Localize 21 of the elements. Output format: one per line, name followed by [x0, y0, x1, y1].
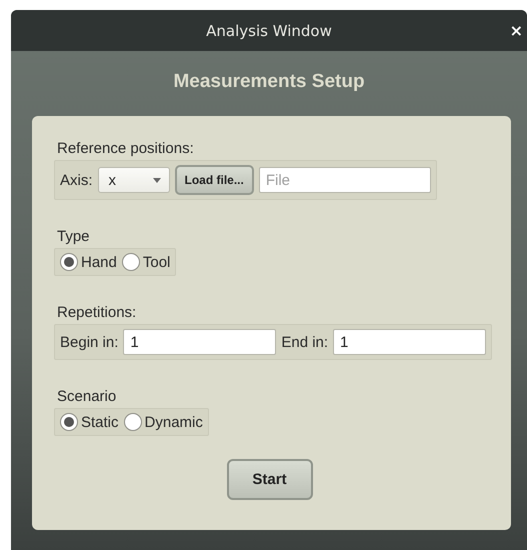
radio-option[interactable]: Tool	[122, 253, 170, 271]
axis-dropdown[interactable]: x	[98, 167, 170, 193]
start-button[interactable]: Start	[226, 459, 312, 500]
close-button[interactable]: ×	[508, 21, 525, 40]
dialog-heading: Measurements Setup	[173, 71, 365, 93]
radio-option[interactable]: Dynamic	[124, 413, 203, 431]
load-file-button[interactable]: Load file...	[174, 165, 254, 195]
file-field[interactable]: File	[258, 167, 431, 193]
radio-option[interactable]: Static	[60, 413, 119, 431]
caret-icon	[152, 178, 161, 182]
section-label: Scenario	[57, 388, 116, 405]
end-field[interactable]: 1	[333, 329, 486, 355]
begin-field[interactable]: 1	[123, 329, 276, 355]
section-label: Reference positions:	[57, 140, 194, 157]
field-label: Begin in:	[60, 334, 118, 350]
section-label: Repetitions:	[57, 304, 136, 321]
field-label: Axis:	[60, 172, 93, 188]
field-label: End in:	[281, 334, 328, 350]
radio-option[interactable]: Hand	[60, 253, 117, 271]
section-label: Type	[57, 228, 90, 245]
window-title: Analysis Window	[206, 22, 332, 40]
